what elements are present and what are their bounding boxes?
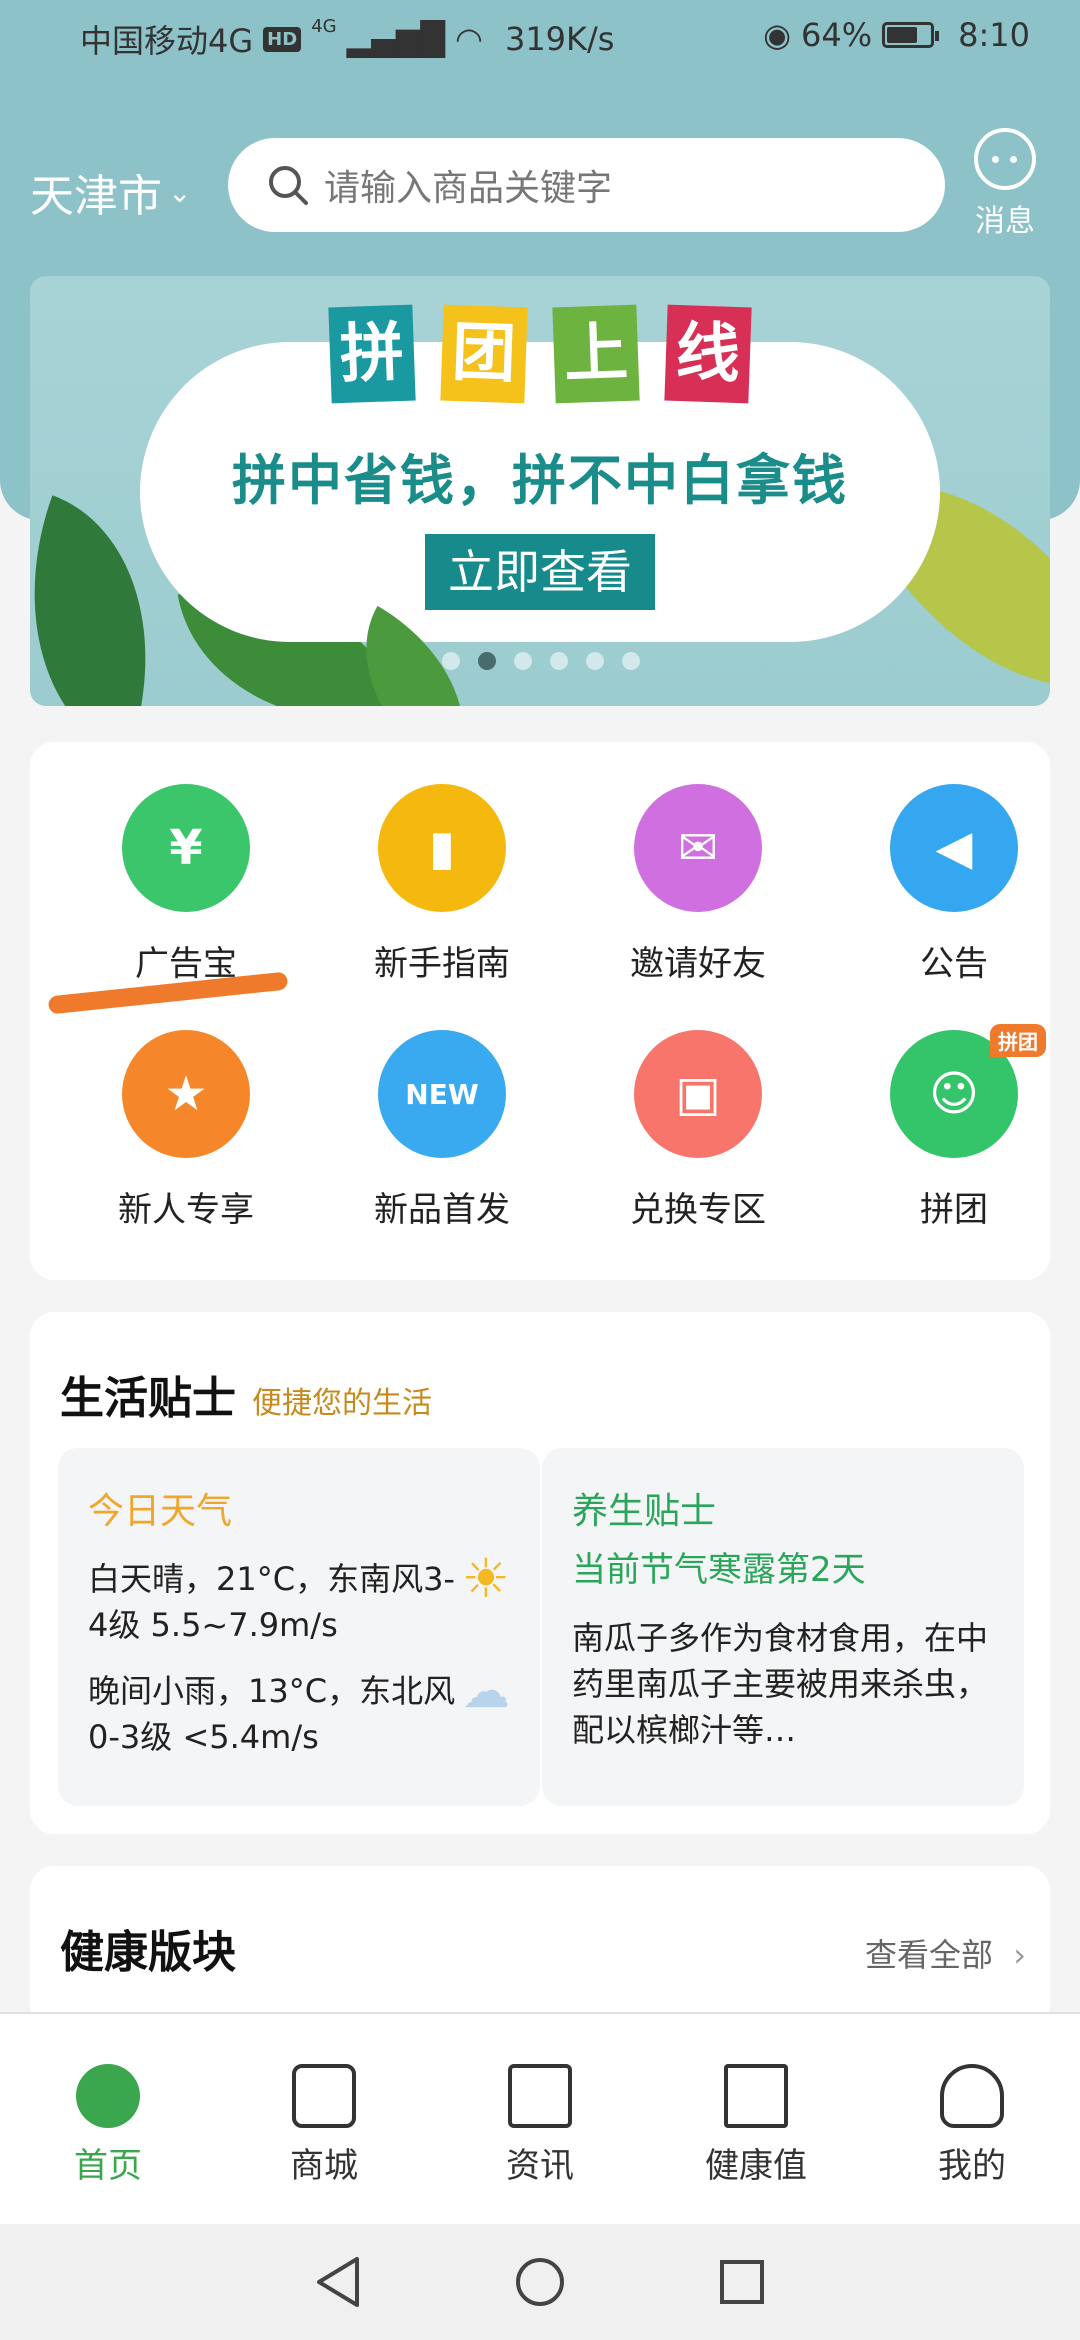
grid-item-label: 兑换专区 [630,1190,766,1230]
section-title: 健康版块 [60,1927,236,1978]
signal-icon: ▂▄▆█ [346,20,446,58]
grid-item-label: 新手指南 [374,944,510,984]
hd-badge: HD [263,26,302,52]
health-tip-title: 养生贴士 [572,1491,717,1532]
banner-title: 拼 团 上 线 [328,304,752,404]
weather-title: 今日天气 [88,1491,233,1532]
section-subtitle: 便捷您的生活 [252,1386,432,1421]
wifi-icon: ◠ [455,20,483,58]
banner-view-button[interactable]: 立即查看 [425,534,655,610]
banner-title-char: 拼 [328,304,416,404]
new-tag-icon: NEW [378,1030,506,1158]
tab-label: 首页 [74,2146,142,2186]
weather-card[interactable]: 今日天气 白天晴，21°C，东南风3-4级 5.5~7.9m/s ☀ 晚间小雨，… [58,1448,540,1806]
health-tip-card[interactable]: 养生贴士 当前节气寒露第2天 南瓜子多作为食材食用，在中药里南瓜子主要被用来杀虫… [542,1448,1024,1806]
view-all-link[interactable]: 查看全部 › [865,1930,1026,1976]
group-buy-badge: 拼团 [990,1024,1046,1057]
grid-item-label: 邀请好友 [630,944,766,984]
message-button[interactable]: 消息 [970,128,1040,240]
carousel-dot[interactable] [514,652,532,670]
life-tips-card: 生活贴士 便捷您的生活 今日天气 白天晴，21°C，东南风3-4级 5.5~7.… [30,1312,1050,1834]
grid-item-new-release[interactable]: NEW 新品首发 [342,1030,542,1231]
chevron-right-icon: › [1013,1936,1026,1974]
tab-label: 商城 [290,2146,358,2186]
tab-label: 健康值 [705,2146,807,2186]
weather-night: 晚间小雨，13°C，东北风0-3级 <5.4m/s [88,1672,456,1756]
carousel-dot[interactable] [586,652,604,670]
carousel-dot[interactable] [442,652,460,670]
tab-label: 资讯 [506,2146,574,2186]
network-type: 4G [311,16,337,37]
grid-item-announcement[interactable]: ◀ 公告 [854,784,1054,985]
banner-subtitle: 拼中省钱，拼不中白拿钱 [232,449,848,512]
grid-item-label: 公告 [920,944,988,984]
news-icon [508,2064,572,2128]
search-placeholder: 请输入商品关键字 [324,168,613,209]
system-nav-bar [0,2224,1080,2340]
banner-title-char: 上 [552,304,640,404]
battery-percent: 64% [801,16,873,54]
tab-label: 我的 [938,2146,1006,2186]
envelope-icon: ✉ [634,784,762,912]
carousel-indicator [442,652,640,670]
sun-icon: ☀ [461,1547,510,1610]
tab-mall[interactable]: 商城 [244,2064,404,2187]
chevron-down-icon: ⌄ [168,175,192,209]
city-selector[interactable]: 天津市 ⌄ [30,160,191,224]
grid-item-newcomer[interactable]: ★ 新人专享 [86,1030,286,1231]
rain-cloud-icon: ☁ [462,1663,510,1719]
recent-apps-icon[interactable] [717,2257,767,2307]
eye-icon: ◉ [763,16,792,54]
grid-item-label: 新品首发 [374,1190,510,1230]
profile-icon [940,2064,1004,2128]
message-label: 消息 [975,204,1035,239]
promo-banner[interactable]: 拼 团 上 线 拼中省钱，拼不中白拿钱 立即查看 [30,276,1050,706]
grid-item-group-buy[interactable]: ☺ 拼团 拼团 [854,1024,1054,1231]
chat-bubble-icon [974,128,1036,190]
status-bar: 中国移动4G HD 4G ▂▄▆█ ◠ 319K/s ◉ 64% 8:10 [0,0,1080,80]
grid-item-ad-treasure[interactable]: ¥ 广告宝 [86,784,286,985]
city-label: 天津市 [30,171,162,222]
home-leaf-icon [76,2064,140,2128]
carrier-label: 中国移动4G [80,22,254,60]
tab-news[interactable]: 资讯 [460,2064,620,2187]
bottom-tab-bar: 首页 商城 资讯 健康值 我的 [0,2012,1080,2224]
carousel-dot[interactable] [622,652,640,670]
banner-title-char: 线 [664,304,752,404]
grid-item-guide[interactable]: ▮ 新手指南 [342,784,542,985]
health-tip-body: 南瓜子多作为食材食用，在中药里南瓜子主要被用来杀虫，配以槟榔汁等… [572,1619,989,1749]
carousel-dot[interactable] [550,652,568,670]
tab-health-value[interactable]: 健康值 [676,2064,836,2187]
solar-term-label: 当前节气寒露第2天 [572,1550,866,1590]
battery-icon [882,22,940,48]
grid-item-exchange[interactable]: ▣ 兑换专区 [598,1030,798,1231]
grid-item-invite[interactable]: ✉ 邀请好友 [598,784,798,985]
tab-mine[interactable]: 我的 [892,2064,1052,2187]
health-star-icon [724,2064,788,2128]
gift-icon: ▣ [634,1030,762,1158]
search-icon [269,166,308,205]
group-icon: ☺ 拼团 [890,1024,1046,1158]
carousel-dot-active[interactable] [478,652,496,670]
back-icon[interactable] [313,2255,363,2309]
grid-item-label: 拼团 [920,1190,988,1230]
search-bar[interactable]: 请输入商品关键字 [228,138,945,232]
money-bag-icon: ¥ [122,784,250,912]
megaphone-icon: ◀ [890,784,1018,912]
clock: 8:10 [958,16,1030,54]
store-icon [292,2064,356,2128]
section-title: 生活贴士 [60,1373,236,1424]
feature-grid: ¥ 广告宝 ▮ 新手指南 ✉ 邀请好友 ◀ 公告 ★ 新人专享 NEW 新品首发… [30,742,1050,1280]
net-speed: 319K/s [504,20,615,58]
star-icon: ★ [122,1030,250,1158]
book-icon: ▮ [378,784,506,912]
home-icon[interactable] [513,2255,567,2309]
tab-home[interactable]: 首页 [28,2064,188,2187]
view-all-label: 查看全部 [865,1936,994,1974]
banner-title-char: 团 [440,304,528,404]
grid-item-label: 新人专享 [118,1190,254,1230]
weather-day: 白天晴，21°C，东南风3-4级 5.5~7.9m/s [88,1560,455,1644]
